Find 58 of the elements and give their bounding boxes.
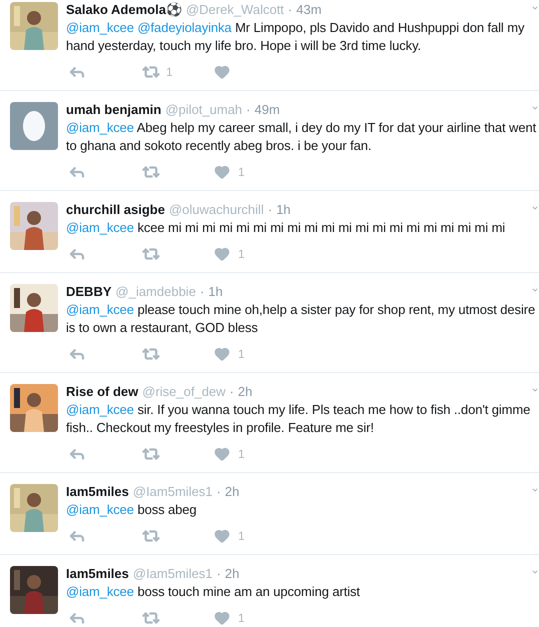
tweet-text: @iam_kcee sir. If you wanna touch my life. Pls teach me how to fish ..don't gimme fish.. Checkout my freestyles in profile. Feature me sir! [66, 401, 532, 437]
timestamp[interactable]: 49m [254, 100, 280, 120]
user-name[interactable]: Iam5miles [66, 482, 129, 502]
timestamp[interactable]: 2h [224, 482, 240, 502]
like-icon[interactable] [214, 346, 230, 362]
user-name[interactable]: Iam5miles [66, 564, 129, 584]
timestamp[interactable]: 2h [238, 382, 252, 402]
separator: · [200, 282, 204, 301]
user-handle[interactable]: @Derek_Walcott [186, 0, 284, 20]
user-name[interactable]: umah benjamin [66, 100, 162, 120]
separator: · [216, 482, 221, 501]
like-count: 1 [238, 528, 245, 544]
mention-link[interactable]: @iam_kcee [66, 220, 134, 235]
separator: · [288, 0, 292, 19]
user-handle[interactable]: @_iamdebbie [116, 282, 196, 302]
user-name[interactable]: Rise of dew [66, 382, 138, 402]
separator: · [246, 100, 250, 119]
tweet-text: @iam_kcee kcee mi mi mi mi mi mi mi mi mi mi mi mi mi mi mi mi mi mi mi mi [66, 219, 506, 237]
tweet-text: @iam_kcee please touch mine oh,help a sister pay for shop rent, my utmost desire is to own a restaurant, GOD bless [66, 301, 536, 337]
mention-link[interactable]: @iam_kcee [66, 120, 134, 135]
user-name[interactable]: Salako Ademola⚽ [66, 0, 182, 20]
tweet-text: @iam_kcee boss abeg [66, 501, 198, 519]
user-handle[interactable]: @Iam5miles1 [132, 564, 213, 584]
like-icon[interactable] [214, 64, 230, 80]
user-handle[interactable]: @pilot_umah [165, 100, 242, 120]
separator: · [268, 200, 272, 219]
timestamp[interactable]: 1h [208, 282, 223, 302]
retweet-count: 1 [166, 64, 173, 80]
user-handle[interactable]: @oluwachurchill [168, 200, 264, 220]
like-icon[interactable] [214, 446, 230, 462]
egg-icon [23, 111, 45, 141]
tweet-text: @iam_kcee @fadeyiolayinka Mr Limpopo, pls Davido and Hushpuppi don fall my hand yesterday, touch my life bro. Hope i will be 3rd time lucky. [66, 19, 526, 55]
like-count: 1 [238, 610, 245, 626]
mention-link[interactable]: @iam_kcee [66, 502, 134, 517]
like-count: 1 [238, 346, 245, 362]
tweet-text: @iam_kcee Abeg help my career small, i dey do my IT for dat your airline that went to ghana and sokoto recently abeg bros. i be your fan. [66, 119, 538, 155]
user-handle[interactable]: @Iam5miles1 [132, 482, 213, 502]
timestamp[interactable]: 1h [276, 200, 291, 220]
like-icon[interactable] [214, 610, 230, 626]
mention-link[interactable]: @iam_kcee [66, 20, 134, 35]
separator: · [216, 564, 221, 583]
like-icon[interactable] [214, 164, 230, 180]
user-name[interactable]: DEBBY [66, 282, 112, 302]
mention-link[interactable]: @iam_kcee [66, 584, 134, 599]
user-name[interactable]: churchill asigbe [66, 200, 165, 220]
tweet-text: @iam_kcee boss touch mine am an upcoming artist [66, 583, 361, 601]
mention-link[interactable]: @iam_kcee [66, 302, 134, 317]
timestamp[interactable]: 2h [224, 564, 240, 584]
separator: · [230, 382, 234, 401]
mention-link[interactable]: @iam_kcee [66, 402, 134, 417]
like-count: 1 [238, 246, 245, 262]
mention-link[interactable]: @fadeyiolayinka [137, 20, 232, 35]
like-icon[interactable] [214, 246, 230, 262]
user-handle[interactable]: @rise_of_dew [142, 382, 226, 402]
timestamp[interactable]: 43m [296, 0, 322, 20]
like-count: 1 [238, 446, 245, 462]
like-count: 1 [238, 164, 245, 180]
like-icon[interactable] [214, 528, 230, 544]
